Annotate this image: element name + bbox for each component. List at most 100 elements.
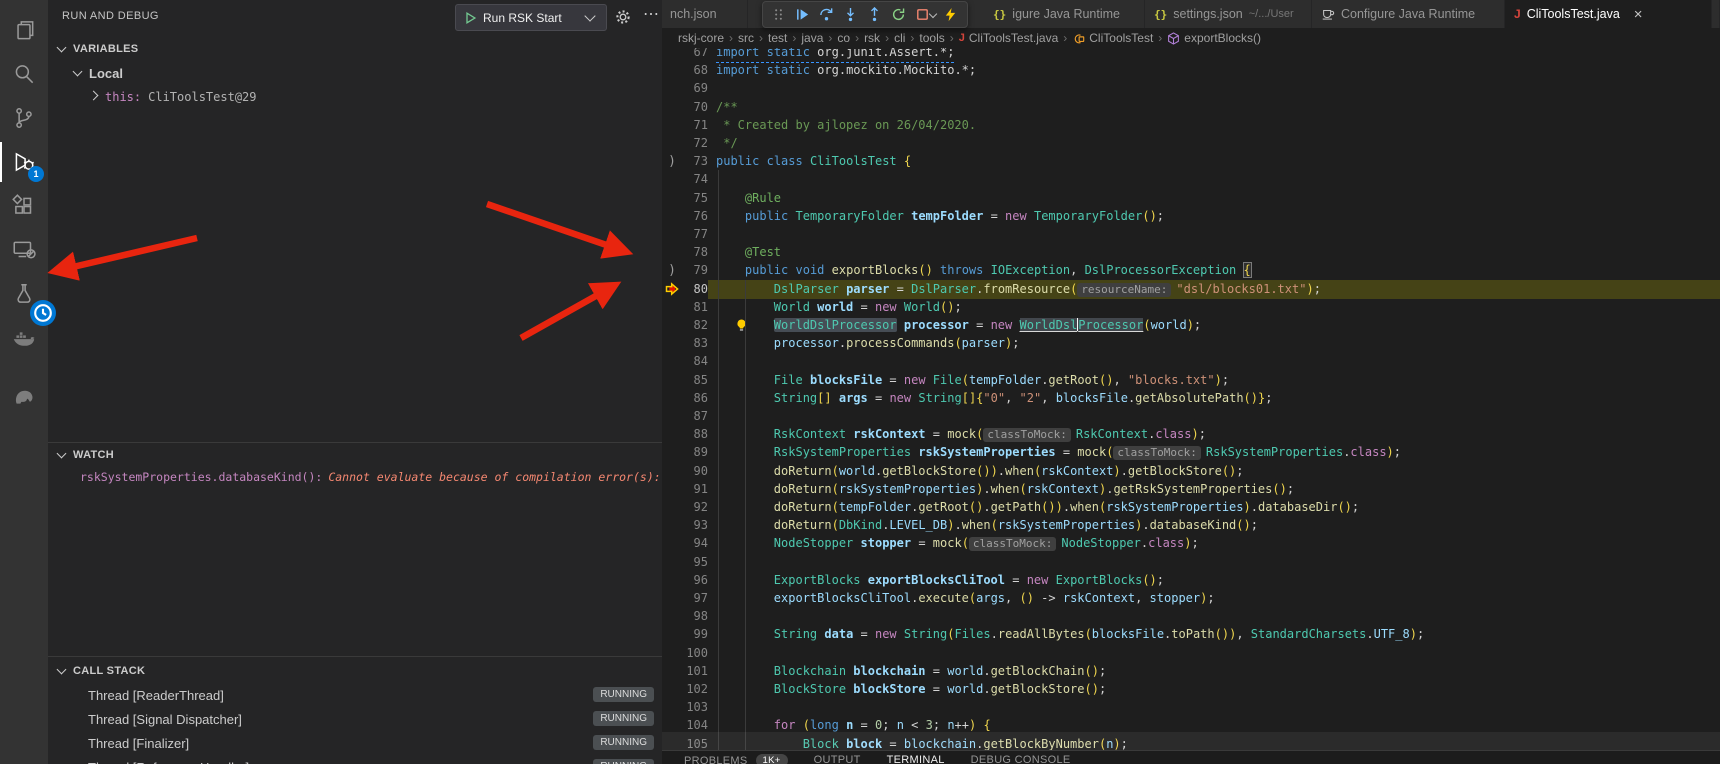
continue-button[interactable] [790, 3, 814, 27]
close-icon[interactable]: × [1634, 7, 1643, 22]
activity-item-extensions[interactable] [0, 184, 48, 228]
code-line-83[interactable]: 83 processor.processCommands(parser); [662, 334, 1720, 353]
tab-nch.json[interactable]: nch.json [662, 0, 748, 28]
variable-this[interactable]: this: CliToolsTest@29 [48, 86, 662, 108]
activity-item-run-and-debug[interactable]: 1 [0, 140, 48, 184]
breadcrumb-item[interactable]: cli [894, 31, 905, 45]
step-into-button[interactable] [838, 3, 862, 27]
line-number: 96 [676, 571, 708, 590]
code-line-98[interactable]: 98 [662, 607, 1720, 626]
activity-item-source-control[interactable] [0, 96, 48, 140]
code-line-94[interactable]: 94 NodeStopper stopper = mock(classToMoc… [662, 534, 1720, 553]
drag-handle-button[interactable] [766, 3, 790, 27]
code-line-89[interactable]: 89 RskSystemProperties rskSystemProperti… [662, 443, 1720, 462]
line-number: 95 [676, 553, 708, 572]
code-line-80[interactable]: 80 DslParser parser = DslParser.fromReso… [662, 280, 1720, 299]
code-line-77[interactable]: 77 [662, 225, 1720, 244]
breadcrumb-item[interactable]: exportBlocks() [1167, 31, 1261, 45]
active-indicator [0, 142, 2, 182]
call-stack-section-header[interactable]: CALL STACK [48, 660, 662, 682]
thread-status-badge: RUNNING [593, 735, 654, 750]
panel-tab-output[interactable]: OUTPUT [814, 754, 861, 764]
breadcrumb-item[interactable]: CliToolsTest [1072, 31, 1153, 45]
activity-item-remote-explorer[interactable] [0, 228, 48, 272]
thread-label: Thread [Reference Handler] [88, 760, 249, 764]
code-line-95[interactable]: 95 [662, 553, 1720, 572]
hot-code-replace-button[interactable] [938, 3, 962, 27]
variables-section-header[interactable]: VARIABLES [48, 38, 662, 60]
restart-button[interactable] [886, 3, 910, 27]
gear-icon[interactable] [615, 9, 631, 25]
code-line-99[interactable]: 99 String data = new String(Files.readAl… [662, 625, 1720, 644]
call-stack-thread[interactable]: Thread [ReaderThread]RUNNING [48, 684, 662, 706]
launch-config-select[interactable]: Run RSK Start [455, 4, 607, 31]
code-line-90[interactable]: 90 doReturn(world.getBlockStore()).when(… [662, 462, 1720, 481]
code-line-93[interactable]: 93 doReturn(DbKind.LEVEL_DB).when(rskSys… [662, 516, 1720, 535]
breadcrumb-item[interactable]: tools [919, 31, 944, 45]
breadcrumb-item[interactable]: src [738, 31, 754, 45]
line-number: 70 [676, 98, 708, 117]
code-line-70[interactable]: 70/** [662, 98, 1720, 117]
breadcrumb-item[interactable]: rsk [864, 31, 880, 45]
panel-tab-problems[interactable]: PROBLEMS1K+ [684, 754, 788, 764]
breadcrumb-item[interactable]: co [837, 31, 850, 45]
code-line-87[interactable]: 87 [662, 407, 1720, 426]
code-line-92[interactable]: 92 doReturn(tempFolder.getRoot().getPath… [662, 498, 1720, 517]
activity-item-testing[interactable] [0, 272, 48, 316]
watch-expression[interactable]: rskSystemProperties.databaseKind(): Cann… [48, 466, 662, 488]
panel-tab-debug-console[interactable]: DEBUG CONSOLE [971, 754, 1071, 764]
variables-scope-local[interactable]: Local [48, 62, 662, 84]
activity-item-search[interactable] [0, 52, 48, 96]
code-line-73[interactable]: )73public class CliToolsTest { [662, 152, 1720, 171]
chevron-down-icon [73, 66, 83, 76]
breadcrumb-item[interactable]: rskj-core [678, 31, 724, 45]
remote-icon [11, 237, 37, 263]
breadcrumb-item[interactable]: test [768, 31, 787, 45]
code-line-74[interactable]: 74 [662, 170, 1720, 189]
code-line-75[interactable]: 75 @Rule [662, 189, 1720, 208]
activity-item-docker[interactable] [0, 316, 48, 360]
code-line-71[interactable]: 71 * Created by ajlopez on 26/04/2020. [662, 116, 1720, 135]
thread-label: Thread [ReaderThread] [88, 688, 224, 703]
code-area[interactable]: 67import static org.junit.Assert.*;68imp… [662, 0, 1720, 764]
activity-item-gradle[interactable] [0, 374, 48, 418]
code-line-69[interactable]: 69 [662, 79, 1720, 98]
code-line-72[interactable]: 72 */ [662, 134, 1720, 153]
tab-peek[interactable]: J [1712, 0, 1720, 28]
code-line-81[interactable]: 81 World world = new World(); [662, 298, 1720, 317]
breadcrumb-item[interactable]: java [801, 31, 823, 45]
code-line-102[interactable]: 102 BlockStore blockStore = world.getBlo… [662, 680, 1720, 699]
code-line-84[interactable]: 84 [662, 352, 1720, 371]
step-out-button[interactable] [862, 3, 886, 27]
code-line-101[interactable]: 101 Blockchain blockchain = world.getBlo… [662, 662, 1720, 681]
tab-settings.json[interactable]: {}settings.json~/.../User [1145, 0, 1312, 28]
code-line-100[interactable]: 100 [662, 644, 1720, 663]
panel-tab-terminal[interactable]: TERMINAL [887, 754, 945, 764]
start-debug-icon[interactable] [464, 11, 477, 25]
watch-section-header[interactable]: WATCH [48, 444, 662, 466]
code-line-79[interactable]: )79 public void exportBlocks() throws IO… [662, 261, 1720, 280]
code-line-97[interactable]: 97 exportBlocksCliTool.execute(args, () … [662, 589, 1720, 608]
activity-item-explorer[interactable] [0, 8, 48, 52]
code-line-96[interactable]: 96 ExportBlocks exportBlocksCliTool = ne… [662, 571, 1720, 590]
call-stack-thread[interactable]: Thread [Reference Handler]RUNNING [48, 756, 662, 764]
code-line-88[interactable]: 88 RskContext rskContext = mock(classToM… [662, 425, 1720, 444]
more-actions-icon[interactable]: ⋯ [643, 4, 659, 24]
code-line-103[interactable]: 103 [662, 698, 1720, 717]
code-line-85[interactable]: 85 File blocksFile = new File(tempFolder… [662, 371, 1720, 390]
tab-CliToolsTest.java[interactable]: JCliToolsTest.java× [1505, 0, 1712, 28]
code-line-86[interactable]: 86 String[] args = new String[]{"0", "2"… [662, 389, 1720, 408]
code-line-82[interactable]: 82 WorldDslProcessor processor = new Wor… [662, 316, 1720, 335]
code-text: @Test [716, 243, 781, 262]
code-line-76[interactable]: 76 public TemporaryFolder tempFolder = n… [662, 207, 1720, 226]
call-stack-thread[interactable]: Thread [Finalizer]RUNNING [48, 732, 662, 754]
tab-Configure Java Runtime[interactable]: Configure Java Runtime [1312, 0, 1505, 28]
horizontal-scrollbar[interactable] [662, 732, 1720, 750]
code-line-78[interactable]: 78 @Test [662, 243, 1720, 262]
code-line-68[interactable]: 68import static org.mockito.Mockito.*; [662, 61, 1720, 80]
breadcrumb-separator: › [910, 31, 914, 45]
code-line-91[interactable]: 91 doReturn(rskSystemProperties).when(rs… [662, 480, 1720, 499]
breadcrumb-item[interactable]: JCliToolsTest.java [959, 31, 1059, 45]
step-over-button[interactable] [814, 3, 838, 27]
call-stack-thread[interactable]: Thread [Signal Dispatcher]RUNNING [48, 708, 662, 730]
